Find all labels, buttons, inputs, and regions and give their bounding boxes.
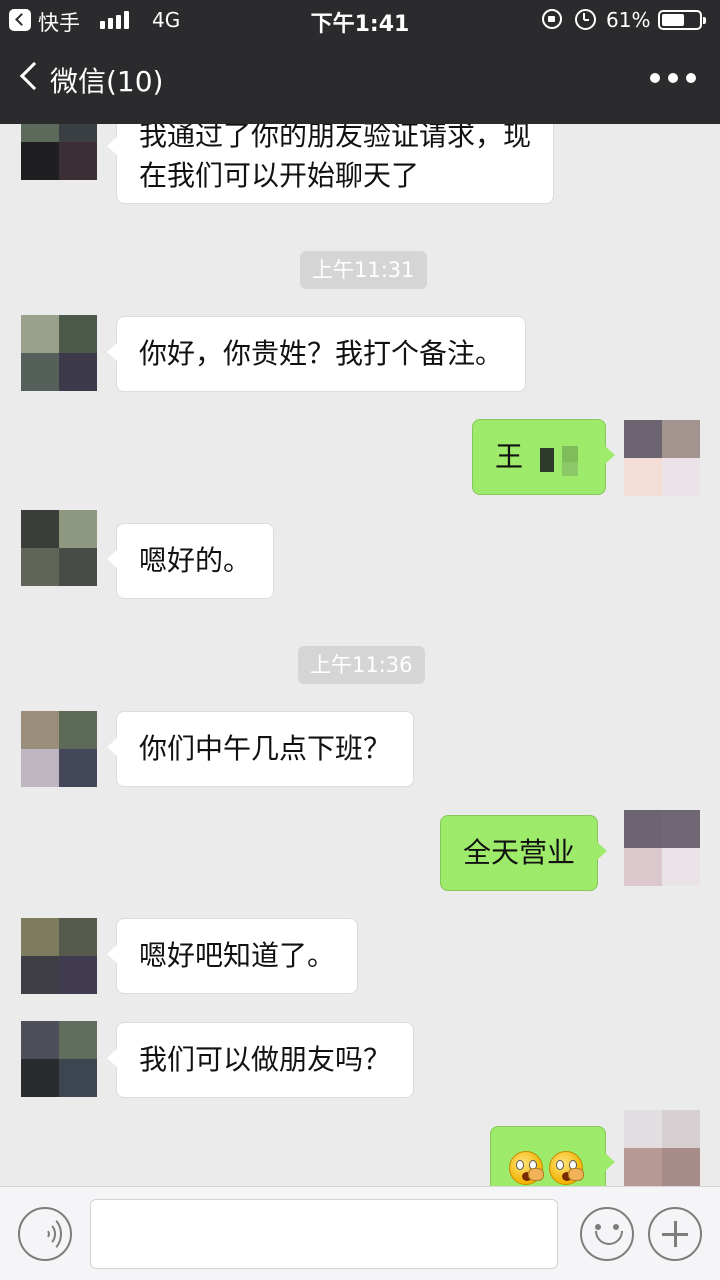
- contact-avatar[interactable]: [21, 510, 97, 586]
- surprised-face-emoji: [509, 1151, 544, 1185]
- contact-avatar[interactable]: [21, 711, 97, 787]
- message-text-line: 你们中午几点下班？: [139, 732, 392, 765]
- network-type: 4G: [152, 8, 181, 32]
- more-dots-icon[interactable]: [648, 68, 698, 92]
- back-button[interactable]: 微信(10): [14, 60, 184, 100]
- back-to-app-label[interactable]: 快手: [38, 7, 80, 37]
- obscured-text: [532, 438, 582, 478]
- my-avatar[interactable]: [624, 1110, 700, 1186]
- message-input[interactable]: [90, 1199, 558, 1269]
- clock: 下午1:41: [310, 12, 410, 37]
- voice-icon[interactable]: [18, 1207, 72, 1261]
- alarm-icon: [575, 9, 596, 30]
- battery-icon: [658, 10, 706, 30]
- my-avatar[interactable]: [624, 420, 700, 496]
- back-label: 微信(10): [50, 65, 164, 98]
- signal-icon: [100, 11, 134, 29]
- message-bubble-outgoing[interactable]: 王: [472, 419, 615, 495]
- timestamp: 上午11:36: [298, 646, 425, 684]
- message-bubble-outgoing[interactable]: 全天营业: [440, 815, 608, 891]
- contact-avatar[interactable]: [21, 315, 97, 391]
- message-text: 王: [495, 440, 524, 473]
- back-to-app-icon[interactable]: [9, 9, 31, 31]
- input-bar: [0, 1186, 720, 1280]
- surprised-face-emoji: [549, 1151, 584, 1185]
- battery-level: [662, 14, 684, 26]
- message-text-line: 嗯好吧知道了。: [139, 939, 336, 972]
- emoji-icon[interactable]: [580, 1207, 634, 1261]
- message-bubble[interactable]: 我们可以做朋友吗？: [106, 1022, 415, 1098]
- message-text-line: 我们可以做朋友吗？: [139, 1043, 392, 1076]
- message-bubble[interactable]: 你好，你贵姓？我打个备注。: [106, 316, 527, 392]
- my-avatar[interactable]: [624, 810, 700, 886]
- chat-title-obscured: [302, 60, 452, 90]
- plus-icon[interactable]: [648, 1207, 702, 1261]
- rotation-lock-icon: [542, 9, 562, 29]
- status-bar: 快手 4G 下午1:41 61%: [0, 0, 720, 40]
- chat-screen: 我通过了你的朋友验证请求，现 在我们可以开始聊天了 上午11:31 你好，你贵姓…: [0, 0, 720, 1280]
- message-bubble[interactable]: 我通过了你的朋友验证请求，现 在我们可以开始聊天了: [106, 110, 555, 204]
- message-text-line: 你好，你贵姓？我打个备注。: [139, 337, 504, 370]
- contact-avatar[interactable]: [21, 918, 97, 994]
- message-text-line: 在我们可以开始聊天了: [139, 159, 420, 192]
- message-text-line: 王: [495, 437, 583, 478]
- message-bubble[interactable]: 你们中午几点下班？: [106, 711, 415, 787]
- chevron-left-icon: [19, 61, 49, 91]
- message-text-line: 全天营业: [463, 836, 576, 869]
- title-bar: 微信(10): [0, 40, 720, 124]
- message-bubble[interactable]: 嗯好的。: [106, 523, 275, 599]
- timestamp: 上午11:31: [300, 251, 427, 289]
- battery-percentage: 61%: [606, 8, 651, 32]
- message-bubble[interactable]: 嗯好吧知道了。: [106, 918, 359, 994]
- message-text-line: 嗯好的。: [139, 544, 252, 577]
- header: 快手 4G 下午1:41 61% 微信(10): [0, 0, 720, 124]
- contact-avatar[interactable]: [21, 1021, 97, 1097]
